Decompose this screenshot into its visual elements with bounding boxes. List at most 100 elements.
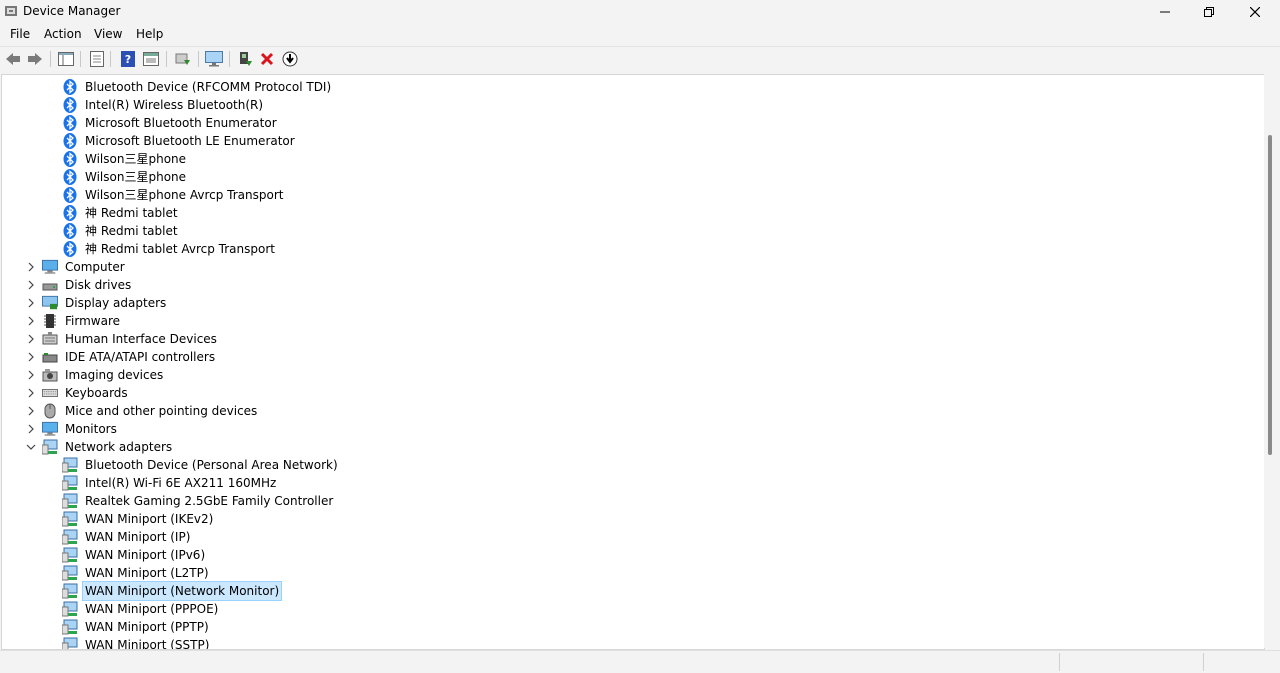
- device-label: 神 Redmi tablet: [85, 224, 178, 238]
- tree-category-imaging-devices[interactable]: Imaging devices: [42, 366, 165, 384]
- tree-category-keyboards[interactable]: Keyboards: [42, 384, 130, 402]
- network-adapter-icon: [62, 583, 78, 599]
- expand-chevron-icon[interactable]: [26, 388, 36, 398]
- expand-chevron-icon[interactable]: [26, 298, 36, 308]
- back-arrow-icon: [6, 53, 20, 65]
- tree-item-bluetooth-device[interactable]: 神 Redmi tablet: [62, 222, 180, 240]
- console-tree-icon: [58, 52, 74, 66]
- scan-hardware-icon: [175, 53, 190, 65]
- expand-chevron-icon[interactable]: [26, 316, 36, 326]
- tree-item-network-adapter[interactable]: WAN Miniport (IP): [62, 528, 192, 546]
- tree-item-bluetooth-device[interactable]: 神 Redmi tablet: [62, 204, 180, 222]
- network-adapter-icon: [62, 475, 78, 491]
- update-driver-icon: [240, 52, 252, 66]
- tree-item-network-adapter[interactable]: Bluetooth Device (Personal Area Network): [62, 456, 340, 474]
- scan-hardware-changes-button[interactable]: [174, 50, 192, 68]
- disk-drive-icon: [42, 277, 58, 293]
- tree-category-monitors[interactable]: Monitors: [42, 420, 119, 438]
- tree-item-network-adapter[interactable]: WAN Miniport (PPPOE): [62, 600, 220, 618]
- show-hidden-console-button[interactable]: [142, 50, 160, 68]
- menu-file[interactable]: File: [10, 27, 30, 41]
- expand-chevron-icon[interactable]: [26, 424, 36, 434]
- menu-action[interactable]: Action: [44, 27, 82, 41]
- vertical-scrollbar[interactable]: [1264, 74, 1280, 648]
- bluetooth-icon: [62, 223, 78, 239]
- expand-chevron-icon[interactable]: [26, 406, 36, 416]
- bluetooth-icon: [62, 205, 78, 221]
- restore-icon: [1204, 7, 1214, 17]
- svg-text:?: ?: [125, 53, 131, 66]
- tree-category-firmware[interactable]: Firmware: [42, 312, 122, 330]
- bluetooth-icon: [62, 133, 78, 149]
- properties-icon: [90, 51, 104, 67]
- back-button[interactable]: [4, 50, 22, 68]
- toolbar-separator: [50, 51, 51, 67]
- update-driver-monitor-button[interactable]: [205, 50, 223, 68]
- tree-item-network-adapter[interactable]: WAN Miniport (PPTP): [62, 618, 211, 636]
- show-hide-console-tree-button[interactable]: [57, 50, 75, 68]
- tree-category-human-interface-devices[interactable]: Human Interface Devices: [42, 330, 219, 348]
- tree-item-bluetooth-device[interactable]: Intel(R) Wireless Bluetooth(R): [62, 96, 265, 114]
- tree-item-bluetooth-device[interactable]: Microsoft Bluetooth Enumerator: [62, 114, 279, 132]
- mouse-icon: [42, 403, 58, 419]
- device-label: Display adapters: [65, 296, 167, 310]
- forward-button[interactable]: [26, 50, 44, 68]
- tree-category-computer[interactable]: Computer: [42, 258, 127, 276]
- collapse-chevron-icon[interactable]: [26, 442, 36, 452]
- toolbar-separator: [229, 51, 230, 67]
- properties-button[interactable]: [88, 50, 106, 68]
- tree-category-disk-drives[interactable]: Disk drives: [42, 276, 133, 294]
- device-label: Firmware: [65, 314, 120, 328]
- toolbar-separator: [198, 51, 199, 67]
- expand-chevron-icon[interactable]: [26, 352, 36, 362]
- tree-category-ide-ata-atapi-controllers[interactable]: IDE ATA/ATAPI controllers: [42, 348, 217, 366]
- bluetooth-icon: [62, 169, 78, 185]
- tree-item-bluetooth-device[interactable]: Wilson三星phone Avrcp Transport: [62, 186, 285, 204]
- tree-item-bluetooth-device[interactable]: Wilson三星phone: [62, 168, 188, 186]
- scrollbar-thumb[interactable]: [1268, 135, 1272, 455]
- device-label: WAN Miniport (PPPOE): [85, 602, 219, 616]
- tree-category-display-adapters[interactable]: Display adapters: [42, 294, 168, 312]
- tree-item-bluetooth-device[interactable]: Microsoft Bluetooth LE Enumerator: [62, 132, 297, 150]
- menu-view[interactable]: View: [94, 27, 122, 41]
- minimize-button[interactable]: [1142, 0, 1188, 24]
- tree-category-mice-and-other-pointing-devices[interactable]: Mice and other pointing devices: [42, 402, 259, 420]
- expand-chevron-icon[interactable]: [26, 280, 36, 290]
- tree-item-network-adapter[interactable]: Realtek Gaming 2.5GbE Family Controller: [62, 492, 335, 510]
- hid-device-icon: [42, 331, 58, 347]
- device-label: Network adapters: [65, 440, 173, 454]
- tree-item-bluetooth-device[interactable]: 神 Redmi tablet Avrcp Transport: [62, 240, 277, 258]
- update-driver-button[interactable]: [236, 50, 254, 68]
- help-button[interactable]: ?: [119, 50, 137, 68]
- tree-item-bluetooth-device[interactable]: Bluetooth Device (RFCOMM Protocol TDI): [62, 78, 333, 96]
- device-label: WAN Miniport (IPv6): [85, 548, 206, 562]
- disable-device-button[interactable]: [281, 50, 299, 68]
- tree-item-network-adapter[interactable]: WAN Miniport (SSTP): [62, 636, 211, 649]
- expand-chevron-icon[interactable]: [26, 334, 36, 344]
- device-tree[interactable]: Bluetooth Device (RFCOMM Protocol TDI) In…: [1, 74, 1265, 650]
- device-label: Monitors: [65, 422, 117, 436]
- tree-category-network-adapters[interactable]: Network adapters: [42, 438, 174, 456]
- expand-chevron-icon[interactable]: [26, 370, 36, 380]
- menu-help[interactable]: Help: [136, 27, 163, 41]
- device-label: Microsoft Bluetooth Enumerator: [85, 116, 277, 130]
- device-label: Disk drives: [65, 278, 132, 292]
- bluetooth-icon: [62, 79, 78, 95]
- close-button[interactable]: [1232, 0, 1278, 24]
- tree-item-network-adapter[interactable]: Intel(R) Wi-Fi 6E AX211 160MHz: [62, 474, 278, 492]
- network-adapter-icon: [42, 439, 58, 455]
- tree-item-network-adapter[interactable]: WAN Miniport (L2TP): [62, 564, 211, 582]
- restore-button[interactable]: [1186, 0, 1232, 24]
- status-divider: [1203, 653, 1204, 671]
- expand-chevron-icon[interactable]: [26, 262, 36, 272]
- device-label: WAN Miniport (L2TP): [85, 566, 209, 580]
- tree-item-network-adapter[interactable]: WAN Miniport (Network Monitor): [62, 581, 283, 601]
- tree-item-network-adapter[interactable]: WAN Miniport (IKEv2): [62, 510, 215, 528]
- monitor-icon: [42, 421, 58, 437]
- status-bar: [0, 650, 1280, 673]
- uninstall-device-button[interactable]: [258, 50, 276, 68]
- tree-item-network-adapter[interactable]: WAN Miniport (IPv6): [62, 546, 207, 564]
- minimize-icon: [1160, 11, 1170, 13]
- tree-item-bluetooth-device[interactable]: Wilson三星phone: [62, 150, 188, 168]
- forward-arrow-icon: [28, 53, 42, 65]
